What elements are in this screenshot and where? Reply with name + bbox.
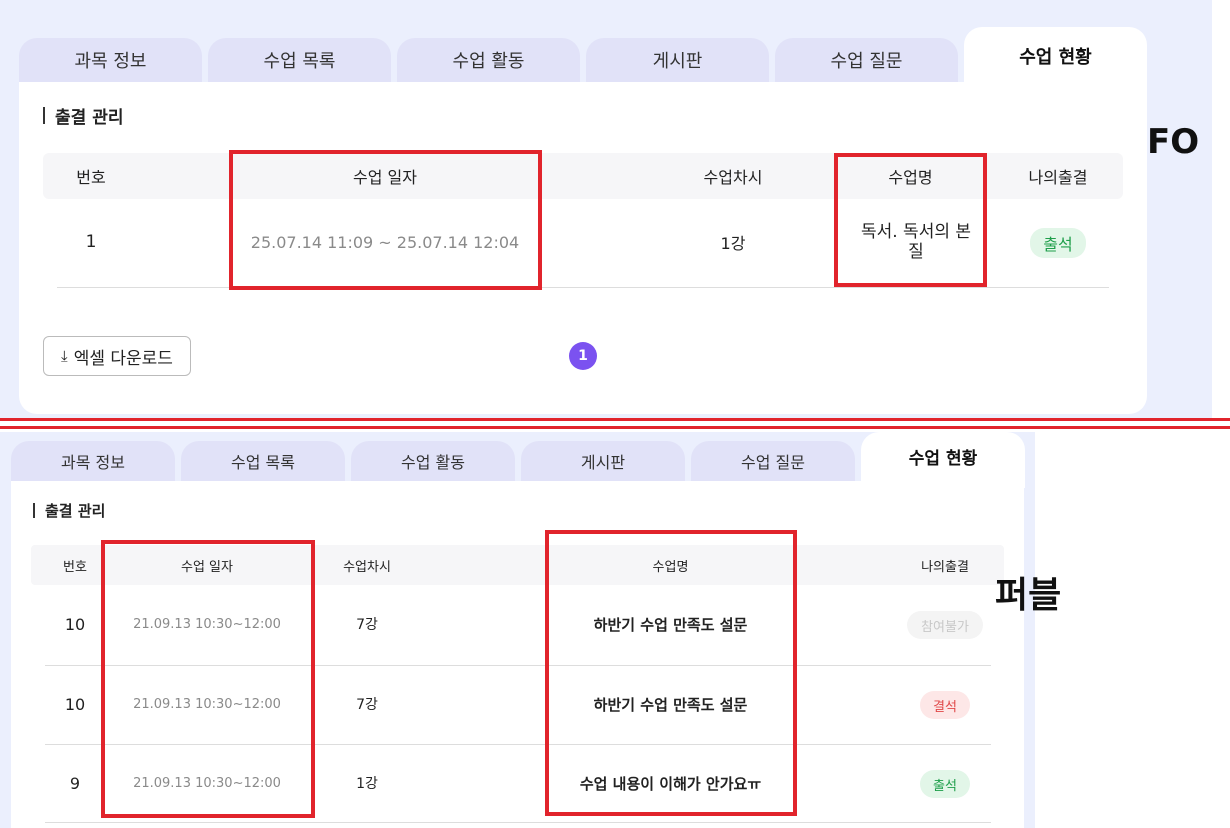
header-session: 수업차시 [343, 559, 391, 575]
row-divider [57, 287, 1109, 288]
tab-class-list[interactable]: 수업 목록 [181, 441, 345, 481]
side-label-publish: 퍼블 [995, 575, 1062, 616]
header-number: 번호 [76, 168, 106, 187]
header-my-attendance: 나의출결 [1028, 168, 1088, 187]
annotation-box-date [229, 150, 542, 290]
tab-course-info[interactable]: 과목 정보 [11, 441, 175, 481]
row-divider [45, 822, 991, 823]
annotation-box-class-name [834, 153, 987, 287]
section-title: 출결 관리 [33, 500, 105, 520]
tab-board[interactable]: 게시판 [521, 441, 685, 481]
status-badge: 결석 [920, 691, 970, 719]
section-title: 출결 관리 [43, 104, 124, 128]
annotation-box-date [101, 540, 315, 818]
row-number: 9 [69, 773, 81, 793]
tab-class-activity[interactable]: 수업 활동 [351, 441, 515, 481]
tab-class-question[interactable]: 수업 질문 [691, 441, 855, 481]
status-badge: 출석 [920, 770, 970, 798]
download-icon: ⤓ [61, 347, 68, 365]
row-number: 10 [64, 694, 86, 714]
annotation-box-class-name [545, 530, 797, 816]
tab-class-status[interactable]: 수업 현황 [861, 432, 1025, 488]
tab-board[interactable]: 게시판 [586, 38, 769, 82]
tab-class-question[interactable]: 수업 질문 [775, 38, 958, 82]
divider-line-upper [0, 418, 1230, 421]
section-title-bar [33, 502, 35, 518]
section-title-text: 출결 관리 [55, 107, 124, 128]
row-session: 1강 [720, 234, 746, 253]
excel-download-button[interactable]: ⤓ 엑셀 다운로드 [43, 336, 191, 376]
excel-download-label: 엑셀 다운로드 [73, 348, 173, 369]
tab-course-info[interactable]: 과목 정보 [19, 38, 202, 82]
row-session: 1강 [356, 776, 378, 792]
tab-class-status[interactable]: 수업 현황 [964, 27, 1147, 87]
header-session: 수업차시 [703, 168, 763, 187]
tab-class-list[interactable]: 수업 목록 [208, 38, 391, 82]
side-label-fo: FO [1147, 122, 1200, 162]
pagination-page[interactable]: 1 [569, 342, 597, 370]
row-number: 10 [64, 614, 86, 634]
header-number: 번호 [63, 559, 87, 575]
row-session: 7강 [356, 697, 378, 713]
tab-class-activity[interactable]: 수업 활동 [397, 38, 580, 82]
status-badge: 출석 [1030, 228, 1086, 258]
header-my-attendance: 나의출결 [921, 559, 969, 575]
divider-line-lower [0, 426, 1230, 429]
row-session: 7강 [356, 617, 378, 633]
status-badge: 참여불가 [907, 611, 983, 639]
section-title-bar [43, 106, 45, 124]
row-number: 1 [85, 232, 97, 252]
section-title-text: 출결 관리 [45, 501, 106, 520]
